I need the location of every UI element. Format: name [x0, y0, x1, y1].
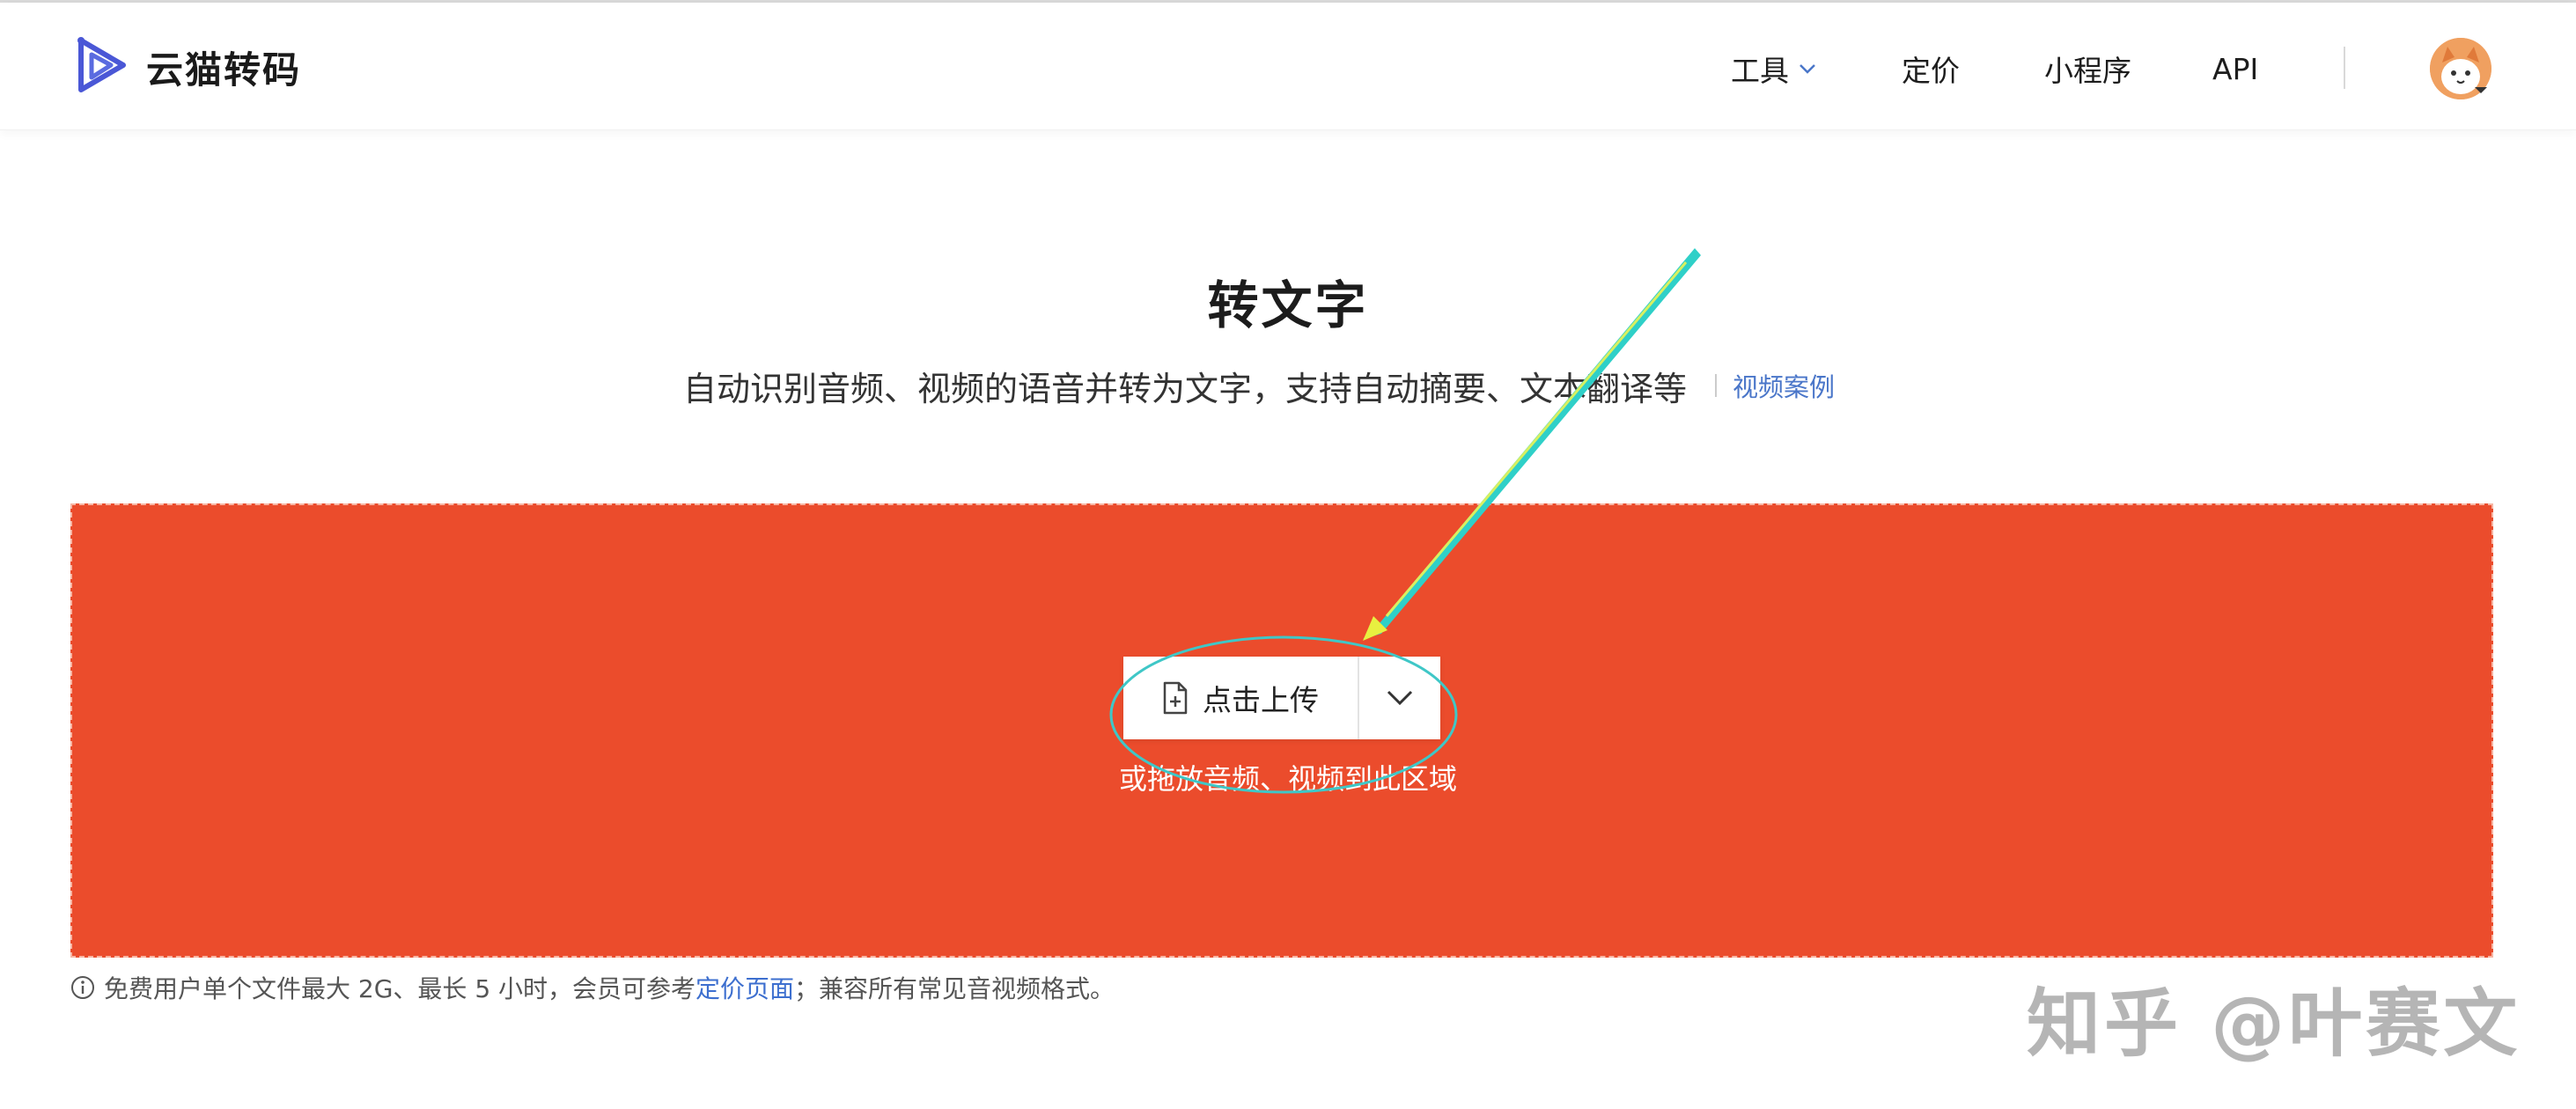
- footnote-text-suffix: ；兼容所有常见音视频格式。: [794, 974, 1115, 1003]
- nav-item-miniprogram[interactable]: 小程序: [2044, 38, 2131, 99]
- upload-options-toggle[interactable]: [1359, 657, 1440, 739]
- chevron-down-icon: [1798, 62, 1817, 75]
- nav-item-api[interactable]: API: [2212, 38, 2258, 99]
- video-case-link[interactable]: 视频案例: [1733, 367, 1835, 404]
- footnote-text: 免费用户单个文件最大 2G、最长 5 小时，会员可参考: [104, 974, 696, 1003]
- nav-item-label: API: [2212, 51, 2259, 86]
- nav-item-label: 小程序: [2044, 54, 2131, 88]
- avatar-caret-icon[interactable]: [2474, 82, 2488, 99]
- chevron-down-icon: [1386, 689, 1414, 707]
- pricing-page-link[interactable]: 定价页面: [696, 974, 794, 1003]
- info-icon: [70, 975, 95, 1000]
- upload-button[interactable]: 点击上传: [1123, 657, 1359, 739]
- upload-button-label: 点击上传: [1203, 683, 1319, 717]
- nav-item-tools[interactable]: 工具: [1731, 38, 1817, 99]
- subtitle-divider: [1715, 374, 1718, 397]
- page-subtitle: 自动识别音频、视频的语音并转为文字，支持自动摘要、文本翻译等: [683, 369, 1688, 408]
- main-nav: 工具 定价 小程序 API: [0, 38, 2576, 99]
- subtitle-row: 自动识别音频、视频的语音并转为文字，支持自动摘要、文本翻译等 视频案例: [683, 359, 1835, 412]
- nav-item-label: 定价: [1902, 54, 1960, 88]
- nav-item-label: 工具: [1731, 54, 1789, 88]
- file-add-icon: [1162, 681, 1189, 715]
- drop-hint: 或拖放音频、视频到此区域: [1118, 762, 1457, 796]
- header: 云猫转码 工具 定价 小程序 API: [0, 3, 2576, 130]
- nav-item-pricing[interactable]: 定价: [1902, 38, 1960, 99]
- nav-divider: [2344, 47, 2345, 89]
- footnote: 免费用户单个文件最大 2G、最长 5 小时，会员可参考定价页面；兼容所有常见音视…: [70, 968, 1115, 1007]
- upload-button-group: 点击上传: [1123, 657, 1440, 739]
- page-title: 转文字: [1207, 275, 1369, 335]
- watermark: 知乎 @叶赛文: [2027, 980, 2521, 1067]
